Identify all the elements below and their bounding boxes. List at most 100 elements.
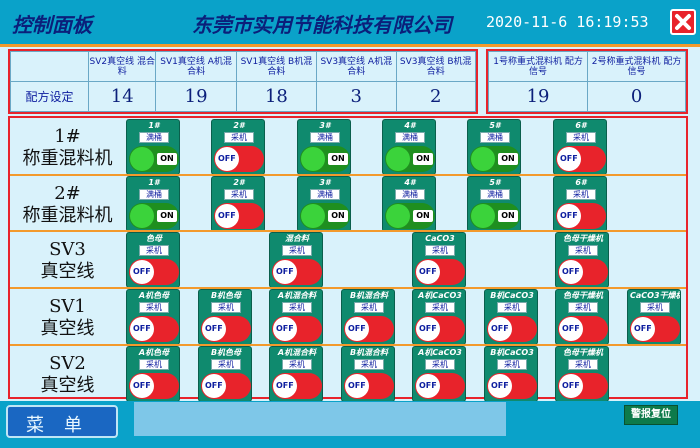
recipe-value-input[interactable]: 19 [155,81,237,112]
toggle-switch[interactable]: OFF [214,203,264,229]
toggle-switch[interactable]: OFF [630,316,680,342]
equipment-switch[interactable]: 色母干燥机 采机 OFF [555,232,609,288]
recipe-value-input[interactable]: 14 [87,81,157,112]
toggle-switch[interactable]: ON [470,146,520,172]
recipe-col-header: SV3真空线 B机混合料 [395,51,476,82]
equipment-switch[interactable]: A机色母 采机 OFF [126,289,180,345]
recipe-value-input[interactable]: 18 [235,81,318,112]
toggle-switch[interactable]: OFF [487,373,537,399]
equipment-switch[interactable]: 色母干燥机 采机 OFF [555,289,609,345]
toggle-switch[interactable]: ON [300,146,350,172]
toggle-state-text: OFF [276,324,294,333]
switch-state-label: 采机 [354,359,384,370]
switch-state-label: 采机 [224,132,254,143]
equipment-switch[interactable]: A机混合料 采机 OFF [269,346,323,402]
switch-title: B机色母 [210,348,242,357]
recipe-value-input[interactable]: 2 [395,81,476,112]
toggle-switch[interactable]: ON [385,146,435,172]
switch-state-label: 满桶 [395,189,425,200]
toggle-state-text: OFF [419,381,437,390]
switch-state-label: 满桶 [395,132,425,143]
recipe-settings-panel: SV2真空线 混合料 SV1真空线 A机混合料 SV1真空线 B机混合料 SV3… [8,49,478,114]
equipment-switch[interactable]: B机色母 采机 OFF [198,346,252,402]
equipment-switch[interactable]: B机混合料 采机 OFF [341,289,395,345]
switch-title: 5# [489,121,501,130]
equipment-switch[interactable]: A机CaCO3 采机 OFF [412,346,466,402]
equipment-switch[interactable]: 6# 采机 OFF [553,119,607,175]
toggle-switch[interactable]: ON [129,146,179,172]
equipment-switch-panel: 1# 称重混料机 1# 满桶 ON 2# 采机 OFF 3# 满桶 ON 4# 满桶 ON 5# 满桶 ON 6#… [8,116,688,402]
toggle-switch[interactable]: OFF [344,316,394,342]
equipment-switch[interactable]: 1# 满桶 ON [126,176,180,232]
equipment-switch[interactable]: 5# 满桶 ON [467,176,521,232]
toggle-switch[interactable]: OFF [129,259,179,285]
toggle-knob-icon [471,204,495,228]
toggle-state-text: ON [157,153,177,165]
equipment-switch[interactable]: CaCO3干燥机 采机 OFF [627,289,681,345]
equipment-switch[interactable]: 4# 满桶 ON [382,176,436,232]
equipment-switch[interactable]: 色母 采机 OFF [126,232,180,288]
equipment-switch[interactable]: B机色母 采机 OFF [198,289,252,345]
header-divider [0,44,700,47]
equipment-switch[interactable]: 3# 满桶 ON [297,176,351,232]
equipment-switch[interactable]: 2# 采机 OFF [211,176,265,232]
switch-state-label: 采机 [497,302,527,313]
toggle-switch[interactable]: OFF [214,146,264,172]
toggle-state-text: ON [413,153,433,165]
switch-title: CaCO3干燥机 [630,291,680,300]
equipment-switch[interactable]: 2# 采机 OFF [211,119,265,175]
switch-state-label: 满桶 [310,132,340,143]
equipment-switch[interactable]: B机混合料 采机 OFF [341,346,395,402]
equipment-switch[interactable]: 色母干燥机 采机 OFF [555,346,609,402]
switch-title: 色母干燥机 [563,234,603,243]
equipment-switch[interactable]: 4# 满桶 ON [382,119,436,175]
toggle-switch[interactable]: OFF [556,203,606,229]
equipment-switch[interactable]: A机CaCO3 采机 OFF [412,289,466,345]
toggle-switch[interactable]: OFF [415,259,465,285]
equipment-switch[interactable]: 3# 满桶 ON [297,119,351,175]
recipe-value-input[interactable]: 3 [316,81,397,112]
toggle-switch[interactable]: ON [129,203,179,229]
switch-title: CaCO3 [425,234,455,243]
toggle-switch[interactable]: OFF [558,259,608,285]
toggle-switch[interactable]: OFF [272,316,322,342]
toggle-knob-icon [471,147,495,171]
alarm-reset-button[interactable]: 警报复位 [624,405,678,425]
weigher-signal-value: 0 [587,81,686,112]
toggle-switch[interactable]: OFF [272,373,322,399]
toggle-state-text: OFF [562,324,580,333]
switch-title: 4# [404,121,416,130]
switch-state-label: 采机 [282,245,312,256]
toggle-switch[interactable]: OFF [129,316,179,342]
toggle-switch[interactable]: OFF [487,316,537,342]
toggle-switch[interactable]: OFF [201,316,251,342]
equipment-switch[interactable]: 5# 满桶 ON [467,119,521,175]
toggle-switch[interactable]: ON [300,203,350,229]
switch-title: 6# [575,178,587,187]
equipment-switch[interactable]: A机混合料 采机 OFF [269,289,323,345]
toggle-switch[interactable]: OFF [201,373,251,399]
toggle-state-text: ON [328,153,348,165]
toggle-switch[interactable]: OFF [272,259,322,285]
toggle-switch[interactable]: OFF [344,373,394,399]
toggle-switch[interactable]: ON [470,203,520,229]
equipment-switch[interactable]: 混合料 采机 OFF [269,232,323,288]
equipment-switch[interactable]: 1# 满桶 ON [126,119,180,175]
equipment-switch[interactable]: B机CaCO3 采机 OFF [484,346,538,402]
toggle-switch[interactable]: OFF [129,373,179,399]
equipment-switch[interactable]: B机CaCO3 采机 OFF [484,289,538,345]
equipment-switch[interactable]: CaCO3 采机 OFF [412,232,466,288]
equipment-switch[interactable]: A机色母 采机 OFF [126,346,180,402]
toggle-switch[interactable]: OFF [556,146,606,172]
toggle-switch[interactable]: OFF [558,373,608,399]
status-bar [134,402,506,436]
toggle-switch[interactable]: OFF [558,316,608,342]
toggle-state-text: OFF [133,324,151,333]
equipment-switch[interactable]: 6# 采机 OFF [553,176,607,232]
switch-title: A机色母 [138,348,170,357]
close-button[interactable] [670,9,696,35]
menu-button[interactable]: 菜单 [6,405,118,438]
toggle-switch[interactable]: OFF [415,316,465,342]
toggle-switch[interactable]: ON [385,203,435,229]
toggle-switch[interactable]: OFF [415,373,465,399]
